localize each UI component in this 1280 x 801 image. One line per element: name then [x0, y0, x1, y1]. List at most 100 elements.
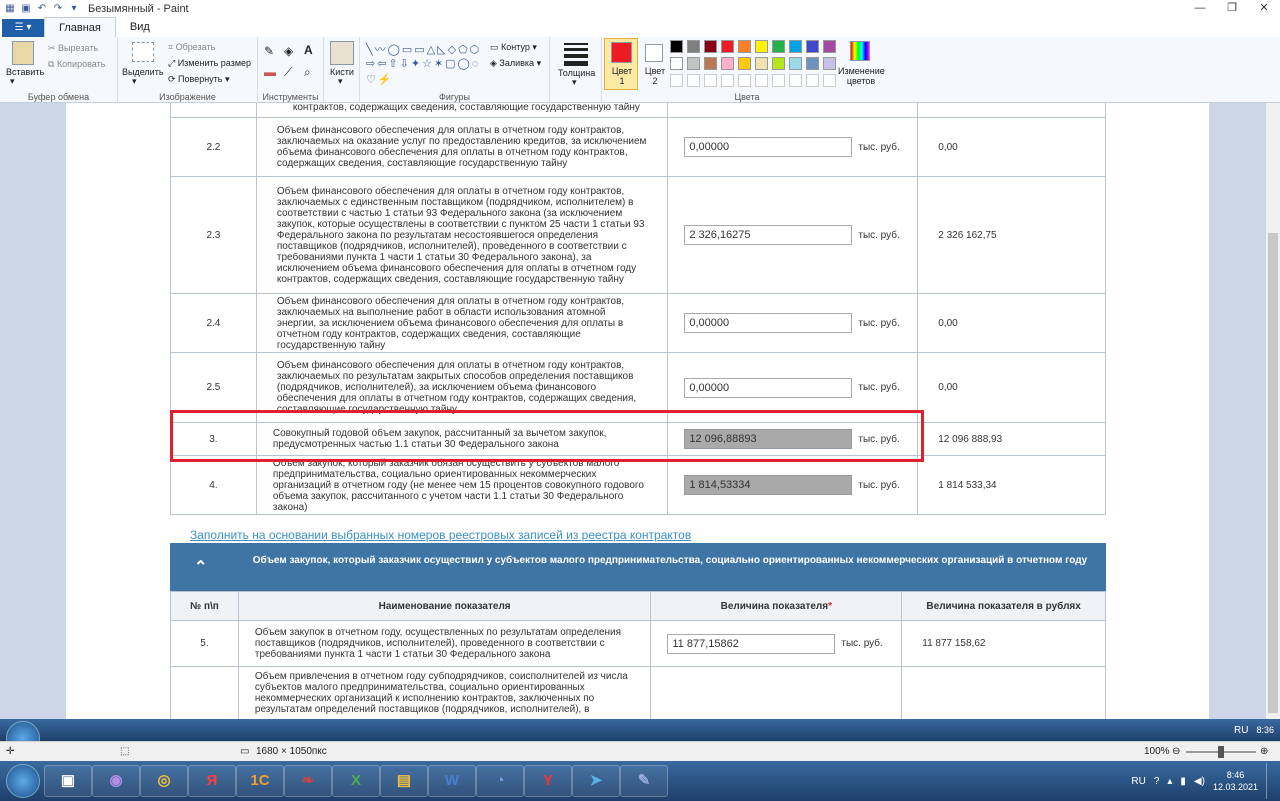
fill-from-registry-link[interactable]: Заполнить на основании выбранных номеров… [190, 528, 691, 542]
redo-icon[interactable]: ↷ [52, 3, 64, 15]
palette-swatch[interactable] [670, 40, 683, 53]
text-tool-icon[interactable]: A [304, 43, 313, 57]
customize-quick-access-icon[interactable]: ▾ [68, 3, 80, 15]
fill-bucket-icon[interactable]: ◈ [284, 44, 293, 58]
value-input[interactable]: 11 877,15862 [667, 633, 836, 654]
language-indicator[interactable]: RU [1131, 776, 1145, 787]
palette-swatch-empty[interactable] [789, 74, 802, 87]
palette-swatch-empty[interactable] [687, 74, 700, 87]
paste-icon[interactable] [12, 41, 34, 65]
palette-swatch[interactable] [823, 57, 836, 70]
edit-colors-button[interactable]: Изменение цветов [838, 66, 885, 86]
value-input[interactable]: 0,00000 [684, 377, 853, 398]
show-desktop-button[interactable] [1266, 763, 1274, 799]
palette-swatch[interactable] [806, 57, 819, 70]
palette-swatch[interactable] [772, 57, 785, 70]
tab-home[interactable]: Главная [44, 17, 116, 37]
shapes-gallery[interactable]: ╲〰◯▭▭△◺◇⬠⬡ [366, 41, 481, 57]
taskbar-discord-icon[interactable]: ◔ [476, 765, 524, 797]
palette-swatch[interactable] [772, 40, 785, 53]
color2-swatch[interactable] [645, 44, 663, 62]
palette-swatch[interactable] [823, 40, 836, 53]
fill-button[interactable]: ◈ Заливка ▾ [490, 58, 541, 69]
taskbar-excel-icon[interactable]: X [332, 765, 380, 797]
palette-swatch[interactable] [806, 40, 819, 53]
palette-swatch-empty[interactable] [721, 74, 734, 87]
palette-swatch[interactable] [789, 57, 802, 70]
palette-swatch[interactable] [738, 40, 751, 53]
status-bar: ✛ ⬚ ▭ 1680 × 1050пкс 100% ⊖ ⊕ [0, 741, 1280, 761]
rotate-button[interactable]: ⟳ Повернуть ▾ [168, 74, 230, 85]
outline-button[interactable]: ▭ Контур ▾ [490, 42, 537, 53]
palette-swatch[interactable] [721, 40, 734, 53]
taskbar-explorer-icon[interactable]: ▣ [44, 765, 92, 797]
palette-swatch-empty[interactable] [755, 74, 768, 87]
close-button[interactable]: ✕ [1248, 0, 1280, 17]
palette-swatch[interactable] [738, 57, 751, 70]
palette-swatch[interactable] [755, 40, 768, 53]
zoom-out-icon[interactable]: ⊖ [1172, 746, 1180, 757]
save-icon[interactable]: ▣ [20, 3, 32, 15]
crop-button[interactable]: ⌗ Обрезать [168, 42, 215, 53]
palette-swatch[interactable] [755, 57, 768, 70]
taskbar-yandex-icon[interactable]: Я [188, 765, 236, 797]
maximize-button[interactable]: ❐ [1216, 0, 1248, 17]
clock[interactable]: 8:46 12.03.2021 [1213, 769, 1258, 793]
taskbar-chrome-icon[interactable]: ◎ [140, 765, 188, 797]
resize-button[interactable]: ⤢ Изменить размер [168, 58, 251, 69]
select-icon[interactable] [132, 42, 154, 62]
palette-swatch[interactable] [670, 57, 683, 70]
value-input[interactable]: 2 326,16275 [684, 225, 853, 245]
brush-icon[interactable] [330, 41, 354, 65]
palette-swatch-empty[interactable] [738, 74, 751, 87]
vertical-scrollbar[interactable] [1266, 103, 1280, 719]
palette-swatch[interactable] [687, 57, 700, 70]
taskbar-folder-icon[interactable]: ▤ [380, 765, 428, 797]
scrollbar-thumb[interactable] [1268, 233, 1278, 713]
network-icon[interactable]: ▮ [1180, 776, 1186, 787]
cut-button[interactable]: ✂ Вырезать [48, 43, 98, 54]
palette-swatch[interactable] [704, 40, 717, 53]
palette-swatch-empty[interactable] [772, 74, 785, 87]
shapes-gallery-row2[interactable]: ⇨⇦⇧⇩✦☆✶▢◯◌ [366, 57, 480, 70]
value-input[interactable]: 0,00000 [684, 313, 853, 333]
value-input[interactable]: 0,00000 [684, 137, 853, 157]
palette-swatch-empty[interactable] [823, 74, 836, 87]
taskbar-yandex-browser-icon[interactable]: Y [524, 765, 572, 797]
shapes-gallery-row3[interactable]: ♡⚡ [366, 73, 394, 86]
select-button[interactable]: Выделить [122, 67, 164, 77]
undo-icon[interactable]: ↶ [36, 3, 48, 15]
minimize-button[interactable]: — [1184, 0, 1216, 17]
taskbar-viber-icon[interactable]: ◉ [92, 765, 140, 797]
taskbar-paint-icon[interactable]: ✎ [620, 765, 668, 797]
copy-button[interactable]: ⧉ Копировать [48, 59, 105, 70]
color1-label: Цвет 1 [611, 66, 633, 86]
edit-colors-icon[interactable] [850, 41, 870, 61]
palette-swatch-empty[interactable] [806, 74, 819, 87]
palette-swatch-empty[interactable] [704, 74, 717, 87]
pencil-icon[interactable]: ✎ [264, 44, 274, 58]
taskbar-1c-icon[interactable]: 1С [236, 765, 284, 797]
magnifier-icon[interactable]: ⌕ [304, 65, 311, 80]
palette-swatch[interactable] [687, 40, 700, 53]
palette-swatch-empty[interactable] [670, 74, 683, 87]
zoom-slider-thumb[interactable] [1218, 746, 1224, 758]
palette-swatch[interactable] [704, 57, 717, 70]
volume-icon[interactable]: ◀) [1194, 776, 1205, 787]
help-icon[interactable]: ? [1154, 776, 1160, 787]
taskbar-word-icon[interactable]: W [428, 765, 476, 797]
palette-swatch[interactable] [789, 40, 802, 53]
taskbar-telegram-icon[interactable]: ➤ [572, 765, 620, 797]
palette-swatch[interactable] [721, 57, 734, 70]
eraser-icon[interactable]: ▬ [264, 65, 276, 79]
color2-label[interactable]: Цвет 2 [642, 66, 668, 86]
tray-expand-icon[interactable]: ▴ [1167, 776, 1172, 787]
zoom-in-icon[interactable]: ⊕ [1260, 746, 1268, 757]
start-button[interactable] [6, 764, 40, 798]
file-menu-button[interactable]: ☰ ▾ [2, 19, 44, 37]
tab-view[interactable]: Вид [116, 17, 164, 37]
taskbar-app-icon[interactable]: ❧ [284, 765, 332, 797]
color-picker-icon[interactable]: ⟋ [284, 65, 292, 80]
paint-canvas[interactable]: контрактов, содержащих сведения, составл… [0, 103, 1280, 719]
collapse-chevron-icon[interactable]: ⌃ [194, 557, 207, 577]
